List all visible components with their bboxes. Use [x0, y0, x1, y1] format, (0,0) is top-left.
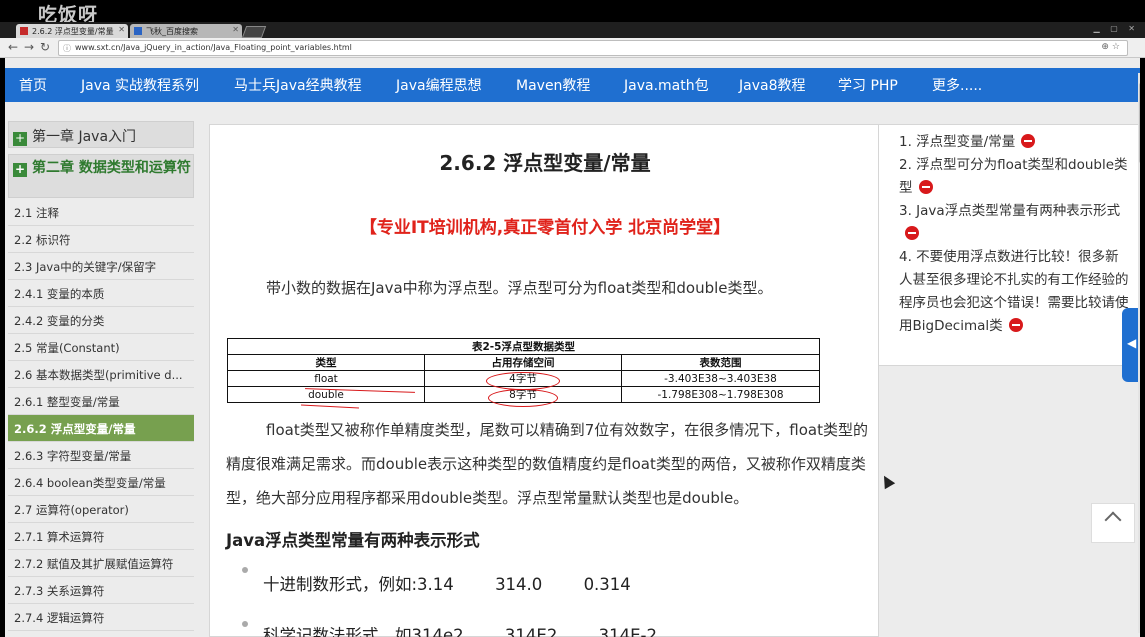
scroll-to-top-button[interactable] [1091, 503, 1135, 543]
table-cell: -1.798E308~1.798E308 [621, 386, 820, 403]
nav-java8[interactable]: Java8教程 [739, 75, 805, 95]
tab-inactive[interactable]: 飞秋_百度搜索 ✕ [130, 24, 242, 38]
sidebar-item-active[interactable]: 2.6.2 浮点型变量/常量 [8, 415, 194, 442]
collapse-icon[interactable] [918, 180, 933, 194]
chapter-2[interactable]: + 第二章 数据类型和运算符 [8, 154, 194, 198]
annotation-circle [488, 389, 558, 407]
address-bar: ← → ↻ ⓘ www.sxt.cn/Java_jQuery_in_action… [0, 38, 1145, 58]
annotation-underline [301, 404, 359, 409]
site-favicon-icon [20, 27, 28, 35]
sidebar-item[interactable]: 2.2 标识符 [8, 226, 194, 253]
nav-mashibing[interactable]: 马士兵Java经典教程 [234, 75, 362, 95]
list-item: 十进制数形式，例如:3.14 314.0 0.314 [263, 575, 631, 594]
chapter-1[interactable]: + 第一章 Java入门 [8, 121, 194, 148]
sidebar-item[interactable]: 2.4.2 变量的分类 [8, 307, 194, 334]
sidebar-item[interactable]: 2.6.4 boolean类型变量/常量 [8, 469, 194, 496]
sidebar-item[interactable]: 2.3 Java中的关键字/保留字 [8, 253, 194, 280]
nav-maven[interactable]: Maven教程 [516, 75, 590, 95]
nav-php[interactable]: 学习 PHP [838, 75, 898, 95]
tab-strip: 2.6.2 浮点型变量/常量 ✕ 飞秋_百度搜索 ✕ [0, 22, 1145, 38]
sidebar-item[interactable]: 2.6 基本数据类型(primitive d... [8, 361, 194, 388]
top-bar: 吃饭呀 [0, 0, 1145, 26]
new-tab-button[interactable] [241, 26, 267, 38]
page: 首页 Java 实战教程系列 马士兵Java经典教程 Java编程思想 Mave… [5, 58, 1140, 637]
list-item: 科学记数法形式，如314e2 314E2 314E-2 [263, 626, 657, 637]
sidebar-item[interactable]: 2.5 常量(Constant) [8, 334, 194, 361]
sidebar-item[interactable]: 2.6.3 字符型变量/常量 [8, 442, 194, 469]
toc-item[interactable]: 2. 浮点型可分为float类型和double类型 [899, 154, 1129, 200]
paragraph-intro: 带小数的数据在Java中称为浮点型。浮点型可分为float类型和double类型… [266, 279, 773, 297]
toc-item[interactable]: 3. Java浮点类型常量有两种表示形式 [899, 200, 1129, 246]
chevron-left-icon: ◀ [1127, 336, 1137, 350]
article: 2.6.2 浮点型变量/常量 【专业IT培训机构,真正零首付入学 北京尚学堂】 … [209, 124, 896, 637]
forward-icon[interactable]: → [24, 40, 34, 54]
nav-more[interactable]: 更多..... [932, 75, 982, 95]
top-nav: 首页 Java 实战教程系列 马士兵Java经典教程 Java编程思想 Mave… [5, 68, 1140, 102]
url-input[interactable]: ⓘ www.sxt.cn/Java_jQuery_in_action/Java_… [58, 40, 1128, 56]
sidebar-item[interactable]: 2.7 运算符(operator) [8, 496, 194, 523]
back-icon[interactable]: ← [8, 40, 18, 54]
collapse-icon[interactable] [1008, 318, 1023, 332]
sidebar: + 第一章 Java入门 + 第二章 数据类型和运算符 2.1 注释 2.2 标识符… [8, 121, 194, 637]
tab-active[interactable]: 2.6.2 浮点型变量/常量 ✕ [16, 24, 128, 38]
nav-java-thinking[interactable]: Java编程思想 [396, 75, 482, 95]
window-controls[interactable]: ▁ ▢ ✕ [1094, 24, 1140, 33]
paragraph-body: float类型又被称作单精度类型，尾数可以精确到7位有效数字，在很多情况下，fl… [226, 421, 868, 507]
promo-banner[interactable]: 【专业IT培训机构,真正零首付入学 北京尚学堂】 [210, 213, 880, 238]
url-text: www.sxt.cn/Java_jQuery_in_action/Java_Fl… [75, 43, 352, 52]
sidebar-item[interactable]: 2.6.1 整型变量/常量 [8, 388, 194, 415]
close-icon[interactable]: ✕ [232, 25, 239, 34]
toc-panel: 1. 浮点型变量/常量 2. 浮点型可分为float类型和double类型 3.… [878, 124, 1140, 366]
page-info-icon[interactable]: ⓘ [63, 43, 71, 54]
table-caption: 表2-5浮点型数据类型 [227, 338, 820, 355]
toc-item[interactable]: 4. 不要使用浮点数进行比较！很多新人甚至很多理论不扎实的有工作经验的程序员也会… [899, 246, 1129, 338]
page-title: 2.6.2 浮点型变量/常量 [439, 151, 651, 175]
scrollbar-thumb[interactable] [1139, 83, 1140, 163]
nav-home[interactable]: 首页 [19, 75, 47, 95]
sidebar-item[interactable]: 2.7.1 算术运算符 [8, 523, 194, 550]
expand-icon[interactable]: + [13, 163, 27, 177]
baidu-favicon-icon [134, 27, 142, 35]
chevron-up-icon [1104, 511, 1122, 529]
table-cell: -3.403E38~3.403E38 [621, 370, 820, 387]
table-cell: float [227, 370, 425, 387]
sidebar-item[interactable]: 2.7.4 逻辑运算符 [8, 604, 194, 631]
table-header-row: 类型 占用存储空间 表数范围 [227, 354, 820, 371]
table-header: 占用存储空间 [424, 354, 622, 371]
tab-label: 飞秋_百度搜索 [146, 27, 198, 36]
sidebar-item[interactable]: 2.1 注释 [8, 199, 194, 226]
section-heading: Java浮点类型常量有两种表示形式 [226, 531, 480, 550]
table-header: 表数范围 [621, 354, 820, 371]
bullet-icon [242, 621, 248, 627]
nav-java-series[interactable]: Java 实战教程系列 [81, 75, 199, 95]
url-actions[interactable]: ⊕☆ [1101, 42, 1123, 52]
annotation-circle [486, 372, 560, 390]
gutter-right [1140, 58, 1145, 637]
toc-item[interactable]: 1. 浮点型变量/常量 [899, 131, 1129, 154]
collapse-icon[interactable] [905, 226, 919, 240]
table-header: 类型 [227, 354, 425, 371]
collapse-icon[interactable] [1021, 134, 1036, 148]
expand-icon[interactable]: + [13, 132, 27, 146]
nav-java-math[interactable]: Java.math包 [624, 75, 709, 95]
sidebar-item[interactable]: 2.7.2 赋值及其扩展赋值运算符 [8, 550, 194, 577]
bullet-icon [242, 567, 248, 573]
tab-label: 2.6.2 浮点型变量/常量 [32, 27, 114, 36]
sidebar-item[interactable]: 2.7.3 关系运算符 [8, 577, 194, 604]
reload-icon[interactable]: ↻ [40, 40, 50, 54]
mouse-cursor-icon [878, 472, 896, 490]
close-icon[interactable]: ✕ [118, 25, 125, 34]
sidebar-item[interactable]: 2.4.1 变量的本质 [8, 280, 194, 307]
